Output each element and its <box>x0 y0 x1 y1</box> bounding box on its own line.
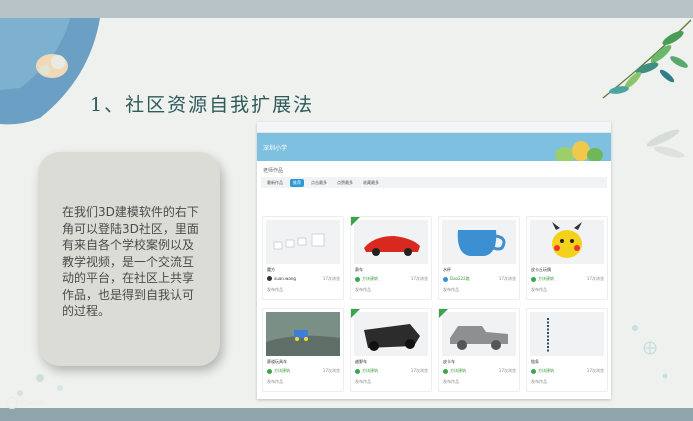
work-author: 方块建筑 <box>355 368 378 374</box>
faint-leaf-decoration <box>646 129 685 158</box>
snowflake-decoration <box>632 325 668 379</box>
work-card[interactable]: 皮卡丘玩偶 方块建筑 17次浏览 发布作品 <box>526 216 608 300</box>
work-title: 水杯 <box>443 267 451 272</box>
web-top-bar <box>257 122 611 133</box>
section-title: 老师作品 <box>263 168 284 174</box>
featured-badge <box>351 309 360 318</box>
banner-illustration <box>555 141 603 161</box>
work-card[interactable]: 链条 方块建筑 17次浏览 发布作品 <box>526 308 608 392</box>
work-thumbnail <box>266 312 340 356</box>
work-footer: 发布作品 <box>355 379 371 384</box>
tab-latest[interactable]: 最新作品 <box>264 179 286 187</box>
work-views: 17次浏览 <box>586 276 604 281</box>
work-views: 17次浏览 <box>410 276 428 281</box>
work-views: 17次浏览 <box>322 368 340 373</box>
work-title: 皮卡车 <box>443 359 455 364</box>
work-footer: 发布作品 <box>531 379 547 384</box>
watermark-text: ClassIn <box>21 399 46 407</box>
avatar <box>267 276 272 281</box>
tab-recommended[interactable]: 推荐 <box>290 178 304 187</box>
work-card[interactable]: 皮卡车 方块建筑 17次浏览 发布作品 <box>438 308 520 392</box>
work-footer: 发布作品 <box>267 287 283 292</box>
work-author: xuan.wang <box>267 276 296 281</box>
leaf-branch-decoration <box>602 19 692 99</box>
filter-tabs: 最新作品 推荐 点击最多 点赞最多 收藏最多 <box>261 177 607 188</box>
work-title: 魔方 <box>267 267 275 272</box>
avatar <box>267 368 272 374</box>
work-author: 方块建筑 <box>531 276 554 282</box>
work-title: 赛道玩具车 <box>267 359 287 364</box>
work-views: 17次浏览 <box>586 368 604 373</box>
work-views: 17次浏览 <box>410 368 428 373</box>
tab-most-liked[interactable]: 点赞最多 <box>334 179 356 187</box>
bottom-band <box>0 408 693 421</box>
work-author: 方块建筑 <box>267 368 290 374</box>
work-footer: 发布作品 <box>443 379 459 384</box>
work-views: 17次浏览 <box>498 276 516 281</box>
work-views: 17次浏览 <box>322 276 340 281</box>
work-views: 17次浏览 <box>498 368 516 373</box>
work-author: 方块建筑 <box>355 276 378 282</box>
slide-body-text: 在我们3D建模软件的右下角可以登陆3D社区，里面有来自各个学校案例以及教学视频，… <box>62 205 199 318</box>
work-author: Dao222路 <box>443 276 470 282</box>
featured-badge <box>351 217 360 226</box>
work-author: 方块建筑 <box>531 368 554 374</box>
avatar <box>531 276 536 282</box>
school-name: 深圳小学 <box>263 145 288 152</box>
work-card[interactable]: 赛车 方块建筑 17次浏览 发布作品 <box>350 216 432 300</box>
work-card[interactable]: 越野车 方块建筑 17次浏览 发布作品 <box>350 308 432 392</box>
work-footer: 发布作品 <box>443 287 459 292</box>
work-footer: 发布作品 <box>355 287 371 292</box>
avatar <box>355 276 360 282</box>
avatar <box>531 368 536 374</box>
work-card[interactable]: 魔方 xuan.wang 17次浏览 发布作品 <box>262 216 344 300</box>
web-banner: 深圳小学 <box>257 133 611 161</box>
community-web-screenshot: 深圳小学 老师作品 最新作品 推荐 点击最多 点赞最多 收藏最多 魔方 xuan… <box>257 122 611 399</box>
avatar <box>355 368 360 374</box>
slide-title: 1、社区资源自我扩展法 <box>90 94 315 116</box>
work-title: 皮卡丘玩偶 <box>531 267 551 272</box>
work-author: 方块建筑 <box>443 368 466 374</box>
work-thumbnail <box>442 312 516 356</box>
work-thumbnail <box>442 220 516 264</box>
work-thumbnail <box>266 220 340 264</box>
work-footer: 发布作品 <box>531 287 547 292</box>
work-card[interactable]: 赛道玩具车 方块建筑 17次浏览 发布作品 <box>262 308 344 392</box>
top-band <box>0 0 693 18</box>
featured-badge <box>439 309 448 318</box>
tab-most-favorited[interactable]: 收藏最多 <box>360 179 382 187</box>
work-title: 赛车 <box>355 267 363 272</box>
watermark: ClassIn <box>6 397 46 409</box>
work-thumbnail <box>530 312 604 356</box>
work-footer: 发布作品 <box>267 379 283 384</box>
work-thumbnail <box>530 220 604 264</box>
work-thumbnail <box>354 220 428 264</box>
tab-most-clicked[interactable]: 点击最多 <box>308 179 330 187</box>
text-card: 在我们3D建模软件的右下角可以登陆3D社区，里面有来自各个学校案例以及教学视频，… <box>38 152 220 366</box>
slide: 1、社区资源自我扩展法 在我们3D建模软件的右下角可以登陆3D社区，里面有来自各… <box>0 18 693 408</box>
work-title: 越野车 <box>355 359 367 364</box>
work-thumbnail <box>354 312 428 356</box>
work-card[interactable]: 水杯 Dao222路 17次浏览 发布作品 <box>438 216 520 300</box>
watermark-logo-icon <box>6 397 18 409</box>
avatar <box>443 368 448 374</box>
work-title: 链条 <box>531 359 539 364</box>
avatar <box>443 276 448 282</box>
